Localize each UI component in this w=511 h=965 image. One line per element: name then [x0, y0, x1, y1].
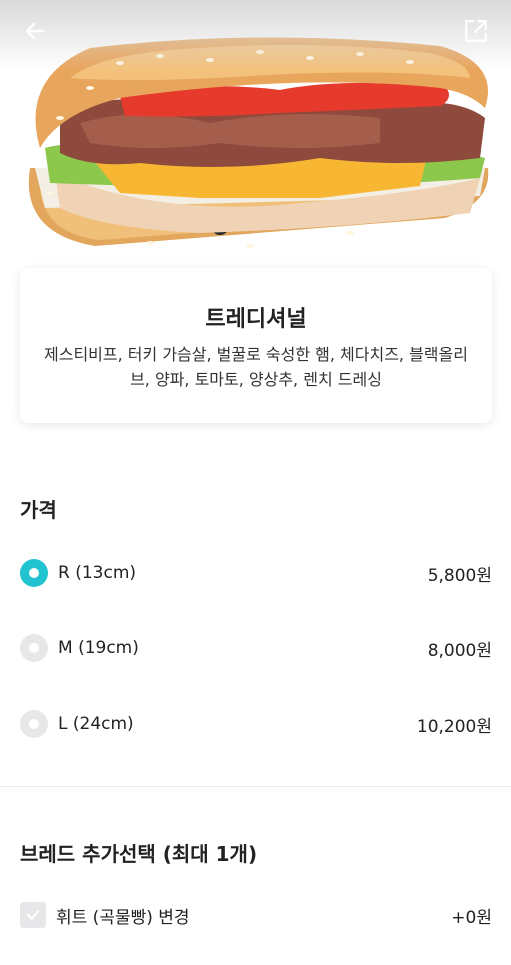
menu-name: 트레디셔널: [205, 307, 307, 332]
section-divider: [0, 786, 511, 787]
back-button[interactable]: [18, 14, 52, 48]
option-price: 10,200원: [416, 716, 492, 737]
radio-button[interactable]: [20, 559, 48, 587]
share-icon: [465, 20, 487, 42]
option-label: L (24cm): [58, 714, 134, 734]
bread-section-title: 브레드 추가선택 (최대 1개): [20, 842, 258, 866]
check-icon: [27, 910, 39, 920]
header-gradient: [0, 0, 511, 70]
size-option-regular[interactable]: R (13cm) 5,800원: [20, 558, 492, 588]
share-button[interactable]: [459, 14, 493, 48]
option-price: 5,800원: [427, 565, 492, 586]
option-label: R (13cm): [58, 563, 137, 583]
size-option-medium[interactable]: M (19cm) 8,000원: [20, 633, 492, 663]
hero-image-area: [0, 0, 511, 300]
arrow-left-icon: [25, 22, 45, 40]
size-option-large[interactable]: L (24cm) 10,200원: [20, 709, 492, 739]
option-price: 8,000원: [427, 640, 492, 661]
menu-description: 제스티비프, 터키 가슴살, 벌꿀로 숙성한 햄, 체다치즈, 블랙올리브, 양…: [44, 345, 468, 389]
radio-dot: [29, 719, 39, 729]
option-price: +0원: [451, 907, 492, 928]
option-label: M (19cm): [58, 638, 139, 658]
checkbox[interactable]: [20, 902, 46, 928]
menu-info-card: 트레디셔널 제스티비프, 터키 가슴살, 벌꿀로 숙성한 햄, 체다치즈, 블랙…: [20, 268, 492, 423]
radio-dot: [29, 568, 39, 578]
option-label: 휘트 (곡물빵) 변경: [56, 907, 190, 928]
price-section-title: 가격: [20, 498, 57, 522]
radio-button[interactable]: [20, 710, 48, 738]
bread-option-wheat[interactable]: 휘트 (곡물빵) 변경 +0원: [20, 900, 492, 930]
radio-dot: [29, 643, 39, 653]
radio-button[interactable]: [20, 634, 48, 662]
